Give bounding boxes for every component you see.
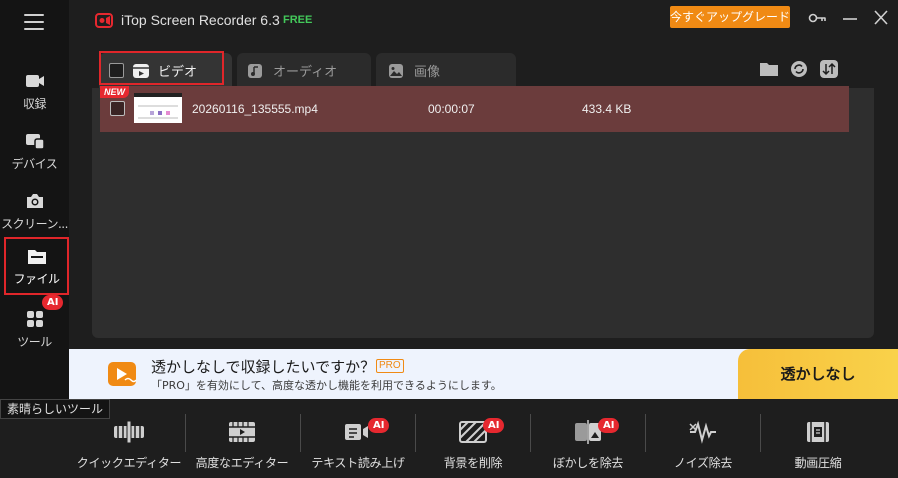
tab-highlight	[99, 51, 224, 85]
ai-badge: AI	[368, 418, 390, 433]
video-camera-icon	[24, 71, 46, 91]
file-name: 20260116_135555.mp4	[192, 102, 318, 116]
upgrade-button[interactable]: 今すぐアップグレード	[670, 6, 790, 28]
tool-label: ノイズ除去	[673, 456, 733, 470]
watermark-icon	[108, 362, 137, 386]
tool-noise-removal[interactable]: ノイズ除去	[646, 418, 760, 474]
sidebar-item-devices[interactable]: デバイス	[0, 122, 69, 180]
key-icon[interactable]	[807, 9, 827, 27]
tab-label: 画像	[414, 65, 441, 80]
sidebar-item-files[interactable]: ファイル	[4, 237, 69, 295]
sidebar-item-record[interactable]: 収録	[0, 62, 69, 120]
sidebar-item-label: ファイル	[13, 271, 60, 286]
sidebar: 収録 デバイス スクリーン... ファイル ツール AI	[0, 0, 69, 400]
title-bar: iTop Screen Recorder 6.3 FREE 今すぐアップグレード	[69, 0, 898, 38]
sidebar-item-label: ツール	[17, 334, 52, 349]
sidebar-item-screenshot[interactable]: スクリーン...	[0, 182, 69, 240]
tool-text-to-speech[interactable]: テキスト読み上げ	[301, 418, 415, 474]
devices-icon	[24, 131, 46, 151]
camera-icon	[24, 191, 46, 211]
tool-label: 背景を削除	[443, 456, 503, 470]
pro-badge: PRO	[376, 359, 404, 373]
file-duration: 00:00:07	[428, 102, 475, 116]
edition-label: FREE	[283, 14, 313, 26]
noise-removal-icon	[686, 418, 720, 446]
image-icon	[389, 63, 403, 78]
tool-label: ぼかしを除去	[552, 456, 624, 470]
music-note-icon	[248, 63, 262, 78]
sort-icon[interactable]	[819, 60, 839, 78]
tool-quick-editor[interactable]: クイックエディター	[72, 418, 186, 474]
quick-editor-icon	[112, 418, 146, 446]
menu-icon[interactable]	[24, 14, 44, 30]
tool-remove-blur[interactable]: ぼかしを除去	[531, 418, 645, 474]
new-badge: NEW	[100, 86, 129, 98]
tools-icon	[24, 309, 46, 329]
sidebar-item-label: デバイス	[11, 156, 58, 171]
video-thumbnail[interactable]	[134, 93, 182, 123]
close-icon[interactable]	[871, 9, 891, 27]
video-compress-icon	[801, 418, 835, 446]
tool-label: 動画圧縮	[794, 456, 842, 470]
file-size: 433.4 KB	[582, 102, 632, 116]
tool-video-compress[interactable]: 動画圧縮	[761, 418, 875, 474]
tool-label: テキスト読み上げ	[311, 456, 405, 470]
promo-title: 透かしなしで収録したいですか？	[151, 358, 376, 376]
file-icon	[26, 246, 48, 266]
ai-badge: AI	[598, 418, 620, 433]
tab-label: オーディオ	[273, 65, 338, 80]
sidebar-item-label: 収録	[22, 96, 47, 111]
minimize-icon[interactable]	[840, 9, 860, 27]
tool-label: 高度なエディター	[195, 456, 289, 470]
ai-badge: AI	[42, 295, 64, 310]
app-logo-icon	[95, 13, 113, 28]
tool-label: クイックエディター	[76, 456, 182, 470]
refresh-icon[interactable]	[789, 60, 809, 78]
app-title: iTop Screen Recorder 6.3	[121, 12, 280, 28]
promo-banner: 透かしなしで収録したいですか？ PRO 「PRO」を有効にして、高度な透かし機能…	[69, 349, 898, 399]
ai-badge: AI	[483, 418, 505, 433]
tool-advanced-editor[interactable]: 高度なエディター	[185, 418, 299, 474]
open-folder-icon[interactable]	[759, 60, 779, 78]
tab-audio[interactable]: オーディオ	[237, 53, 371, 88]
advanced-editor-icon	[225, 418, 259, 446]
tooltip: 素晴らしいツール	[0, 399, 110, 419]
row-checkbox[interactable]	[110, 101, 125, 116]
sidebar-item-label: スクリーン...	[1, 216, 68, 231]
promo-subtitle: 「PRO」を有効にして、高度な透かし機能を利用できるようにします。	[151, 379, 502, 392]
remove-watermark-button[interactable]: 透かしなし	[738, 349, 898, 399]
tab-image[interactable]: 画像	[376, 53, 516, 88]
tool-remove-background[interactable]: 背景を削除	[416, 418, 530, 474]
